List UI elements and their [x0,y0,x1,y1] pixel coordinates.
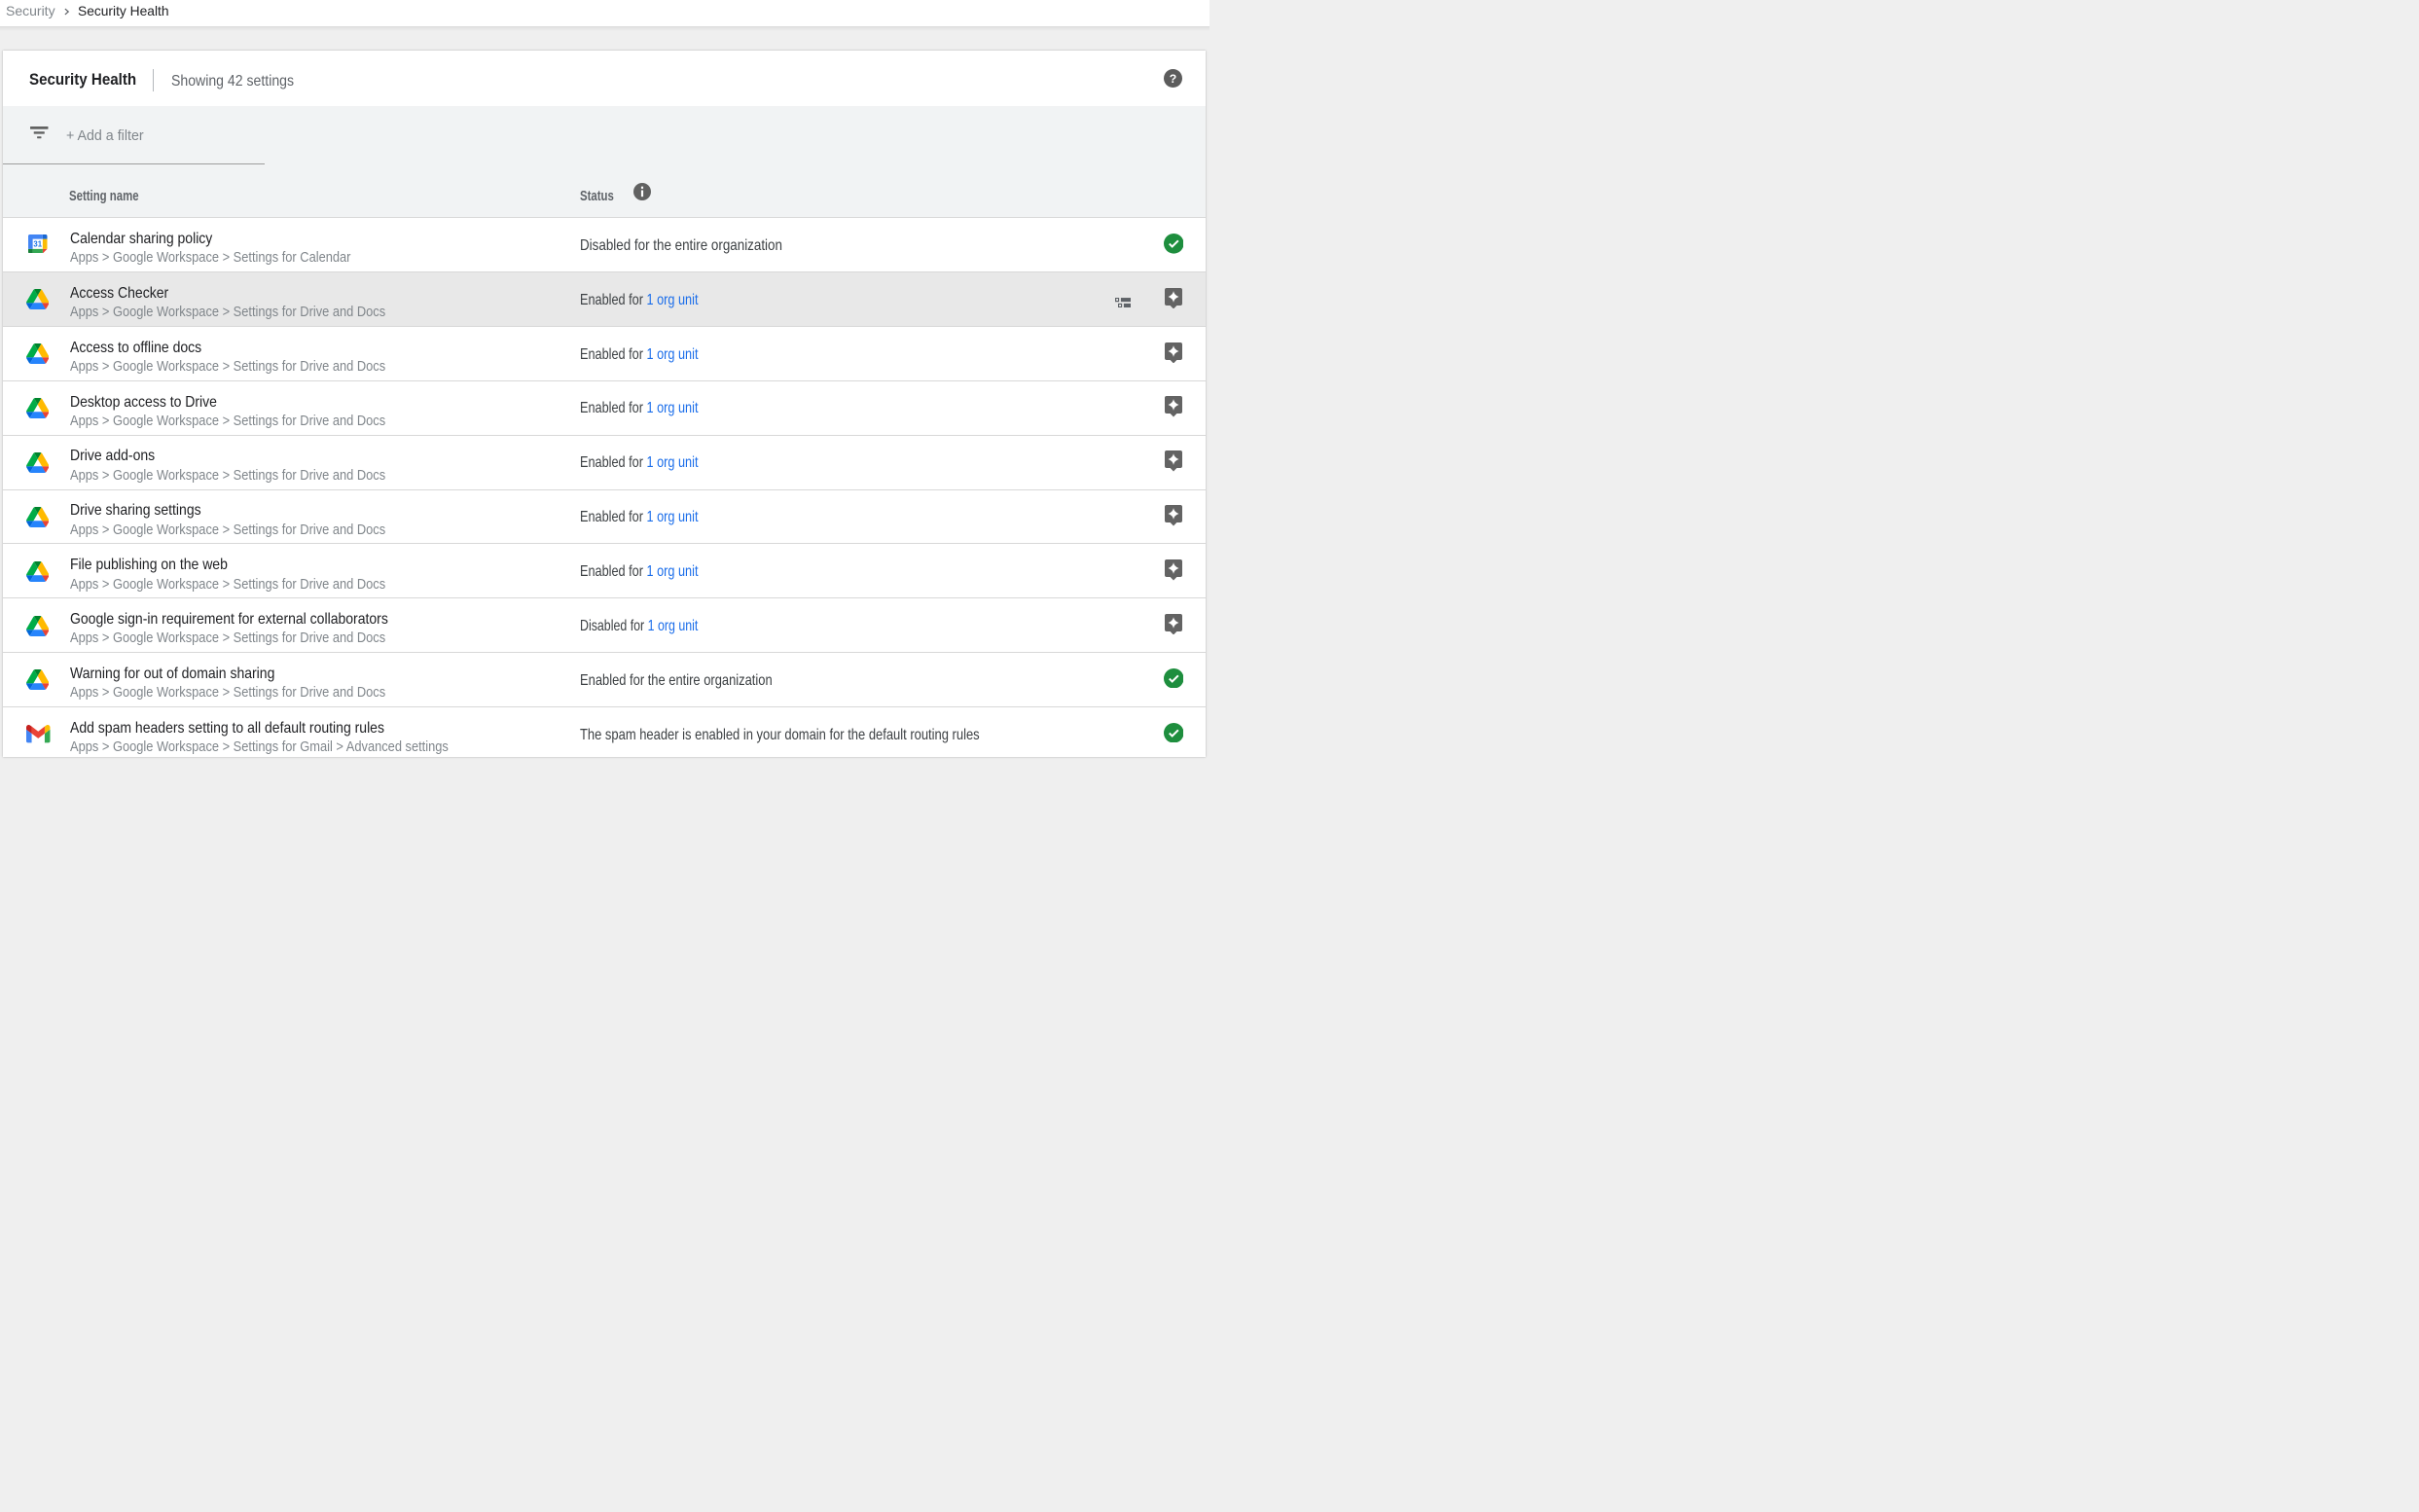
svg-text:?: ? [1170,72,1177,86]
svg-text:31: 31 [33,239,42,248]
